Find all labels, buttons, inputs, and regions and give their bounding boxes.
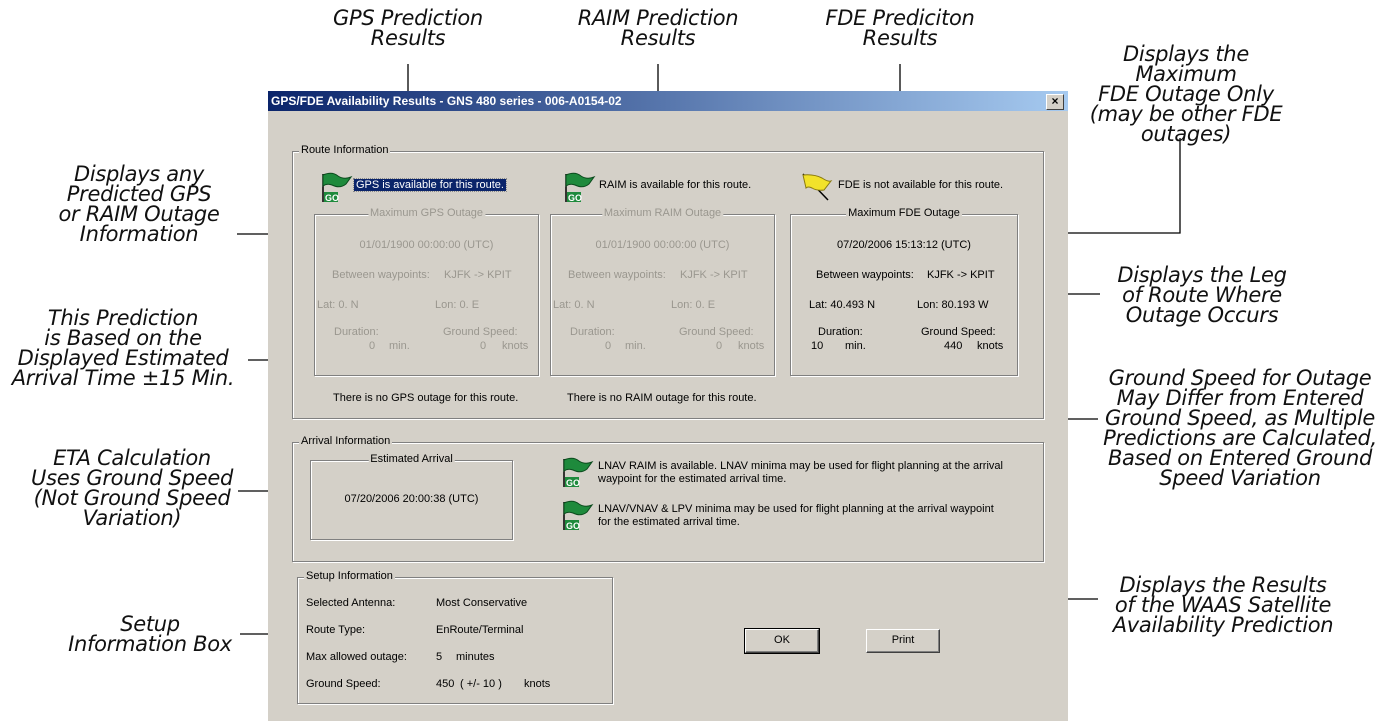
max-fde-outage-box: Maximum FDE Outage 07/20/2006 15:13:12 (… [790, 207, 1018, 376]
ground-speed-unit: knots [524, 678, 551, 690]
raim-duration-label: Duration: [570, 326, 615, 338]
arrival-information-group: Arrival Information Estimated Arrival 07… [292, 435, 1044, 562]
gps-duration-value: 0 [369, 340, 376, 352]
route-type-value: EnRoute/Terminal [436, 624, 524, 636]
fde-lon: Lon: 80.193 W [917, 299, 989, 311]
arrival-information-legend: Arrival Information [299, 435, 393, 447]
gps-gs-value: 0 [480, 340, 487, 352]
fde-duration-unit: min. [845, 340, 866, 352]
raim-between-label: Between waypoints: [568, 269, 666, 281]
lnav-raim-line2: waypoint for the estimated arrival time. [598, 473, 787, 485]
annotation-leg: Displays the Leg of Route Where Outage Occ… [1117, 263, 1287, 327]
fde-between-value: KJFK -> KPIT [927, 269, 995, 281]
gps-footer: There is no GPS outage for this route. [333, 392, 519, 404]
go-flag-icon: GO [563, 457, 594, 488]
fde-between-label: Between waypoints: [816, 269, 914, 281]
print-button[interactable]: Print [866, 629, 940, 653]
gps-between-value: KJFK -> KPIT [444, 269, 512, 281]
fde-lat: Lat: 40.493 N [809, 299, 876, 311]
max-outage-value: 5 [436, 651, 443, 663]
setup-information-group: Setup Information Selected Antenna: Most… [297, 570, 613, 704]
availability-dialog: GPS/FDE Availability Results - GNS 480 s… [268, 91, 1068, 721]
fde-duration-label: Duration: [818, 326, 863, 338]
estimated-arrival-title: Estimated Arrival [368, 453, 455, 465]
antenna-value: Most Conservative [436, 597, 528, 609]
annotation-gps-prediction: GPS Prediction Results [333, 6, 483, 50]
raim-gs-value: 0 [716, 340, 723, 352]
estimated-arrival-time: 07/20/2006 20:00:38 (UTC) [344, 493, 479, 505]
raim-lon: Lon: 0. E [671, 299, 716, 311]
raim-between-value: KJFK -> KPIT [680, 269, 748, 281]
go-flag-icon: GO [563, 500, 594, 531]
gps-gs-label: Ground Speed: [443, 326, 518, 338]
annotation-setup: Setup Information Box [68, 612, 232, 656]
annotation-predicted-outage: Displays any Predicted GPS or RAIM Outage I… [58, 162, 220, 246]
gps-lat: Lat: 0. N [317, 299, 359, 311]
annotation-prediction-basis: This Prediction is Based on the Displayed … [11, 306, 235, 390]
svg-text:GO: GO [566, 478, 580, 488]
raim-gs-label: Ground Speed: [679, 326, 754, 338]
gps-duration-label: Duration: [334, 326, 379, 338]
max-outage-unit: minutes [456, 651, 495, 663]
raim-outage-time: 01/01/1900 00:00:00 (UTC) [595, 239, 730, 251]
fde-gs-value: 440 [944, 340, 963, 352]
fde-outage-time: 07/20/2006 15:13:12 (UTC) [837, 239, 971, 251]
lpv-line1: LNAV/VNAV & LPV minima may be used for f… [598, 503, 994, 515]
lnav-raim-line1: LNAV RAIM is available. LNAV minima may … [598, 460, 1003, 472]
lpv-line2: for the estimated arrival time. [598, 516, 740, 528]
estimated-arrival-box: Estimated Arrival 07/20/2006 20:00:38 (U… [310, 453, 513, 540]
ground-speed-label: Ground Speed: [306, 678, 381, 690]
max-raim-outage-title: Maximum RAIM Outage [601, 207, 724, 219]
max-raim-outage-box: Maximum RAIM Outage 01/01/1900 00:00:00 … [550, 207, 775, 376]
raim-duration-value: 0 [605, 340, 612, 352]
fde-gs-label: Ground Speed: [921, 326, 996, 338]
raim-lat: Lat: 0. N [553, 299, 595, 311]
route-information-group: Route Information GO GPS is available fo… [292, 144, 1044, 419]
dialog-title: GPS/FDE Availability Results - GNS 480 s… [271, 94, 622, 108]
gps-gs-unit: knots [502, 340, 529, 352]
svg-text:GO: GO [568, 193, 582, 203]
gps-duration-unit: min. [389, 340, 410, 352]
gps-outage-time: 01/01/1900 00:00:00 (UTC) [359, 239, 494, 251]
go-flag-icon: GO [565, 172, 596, 203]
annotation-ground-speed-note: Ground Speed for Outage May Differ from E… [1103, 366, 1377, 490]
route-information-legend: Route Information [299, 144, 391, 156]
annotation-eta: ETA Calculation Uses Ground Speed (Not Gro… [31, 446, 233, 530]
gps-status-text: GPS is available for this route. [353, 178, 507, 192]
fde-duration-value: 10 [811, 340, 824, 352]
gps-lon: Lon: 0. E [435, 299, 480, 311]
max-outage-label: Max allowed outage: [306, 651, 407, 663]
route-type-label: Route Type: [306, 624, 366, 636]
go-flag-icon: GO [322, 172, 353, 203]
gps-between-label: Between waypoints: [332, 269, 430, 281]
svg-text:GO: GO [325, 193, 339, 203]
raim-duration-unit: min. [625, 340, 646, 352]
annotation-raim-prediction: RAIM Prediction Results [577, 6, 739, 50]
raim-footer: There is no RAIM outage for this route. [567, 392, 757, 404]
ok-button[interactable]: OK [744, 628, 820, 654]
raim-status-text: RAIM is available for this route. [599, 179, 752, 191]
antenna-label: Selected Antenna: [306, 597, 396, 609]
dialog-titlebar[interactable]: GPS/FDE Availability Results - GNS 480 s… [268, 91, 1068, 111]
ground-speed-value: 450 [436, 678, 455, 690]
ground-speed-variation: ( +/- 10 ) [460, 678, 502, 690]
annotation-fde-prediction: FDE Prediciton Results [825, 6, 975, 50]
max-fde-outage-title: Maximum FDE Outage [846, 207, 962, 219]
setup-information-legend: Setup Information [304, 570, 395, 582]
warning-flag-icon [802, 173, 833, 201]
raim-gs-unit: knots [738, 340, 765, 352]
svg-text:GO: GO [566, 521, 580, 531]
close-icon[interactable]: × [1046, 94, 1064, 110]
max-gps-outage-title: Maximum GPS Outage [367, 207, 486, 219]
max-gps-outage-box: Maximum GPS Outage 01/01/1900 00:00:00 (… [314, 207, 539, 376]
fde-gs-unit: knots [977, 340, 1004, 352]
fde-status-text: FDE is not available for this route. [838, 179, 1004, 191]
annotation-waas: Displays the Results of the WAAS Satellit… [1112, 573, 1334, 637]
annotation-max-fde: Displays the Maximum FDE Outage Only (may … [1089, 42, 1283, 146]
